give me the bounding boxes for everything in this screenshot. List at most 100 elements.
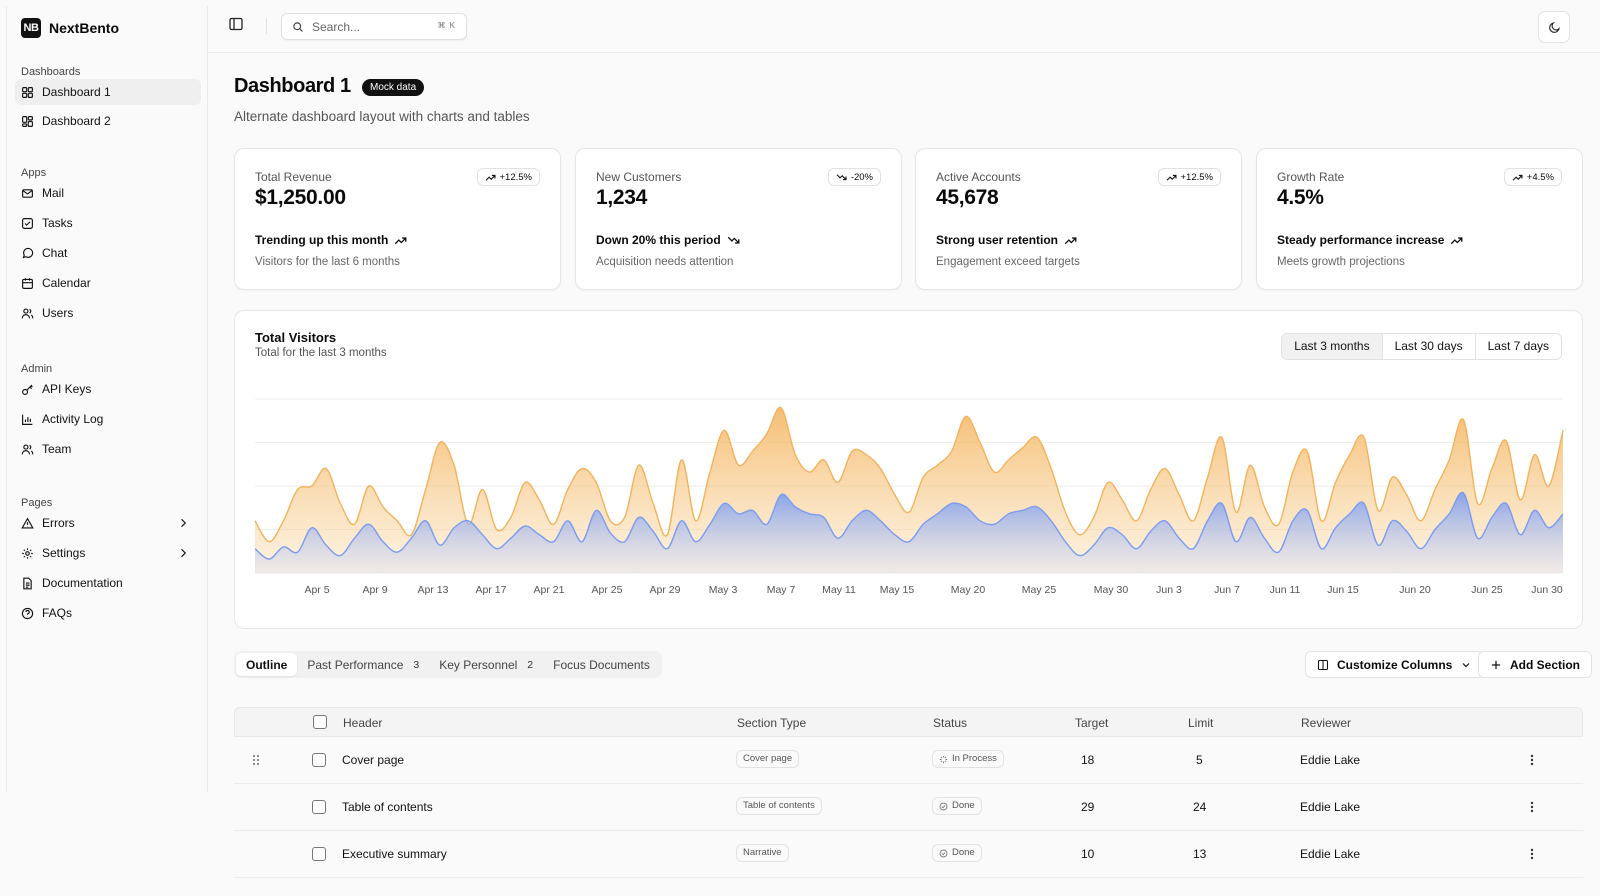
- sidebar-toggle-icon[interactable]: [228, 16, 244, 32]
- x-tick-label: May 20: [951, 584, 986, 596]
- kpi-change: +12.5%: [499, 171, 533, 183]
- tab-key-personnel[interactable]: Key Personnel 2: [429, 653, 543, 676]
- kpi-note: Acquisition needs attention: [596, 256, 734, 268]
- x-tick-label: Apr 21: [534, 584, 565, 596]
- x-tick-label: Apr 17: [476, 584, 507, 596]
- range-last-7-days[interactable]: Last 7 days: [1475, 334, 1561, 359]
- sidebar-item-calendar[interactable]: Calendar: [15, 270, 201, 296]
- sidebar-item-mail[interactable]: Mail: [15, 180, 201, 206]
- sidebar-item-api-keys[interactable]: API Keys: [15, 376, 201, 402]
- kpi-card-total-revenue: Total Revenue $1,250.00 +12.5% Trending …: [234, 148, 561, 290]
- chevron-right-icon: [181, 548, 187, 558]
- add-section-button[interactable]: Add Section: [1478, 651, 1593, 678]
- x-tick-label: Jun 15: [1327, 584, 1359, 596]
- sidebar-item-label: Tasks: [42, 216, 73, 230]
- tab-past-performance[interactable]: Past Performance 3: [297, 653, 429, 676]
- customize-columns-button[interactable]: Customize Columns: [1305, 651, 1485, 678]
- tab-outline[interactable]: Outline: [236, 653, 298, 676]
- sidebar-item-label: Calendar: [42, 276, 91, 290]
- chart-title: Total Visitors: [255, 330, 337, 345]
- row-checkbox[interactable]: [312, 847, 326, 861]
- sidebar-item-label: Dashboard 2: [42, 114, 111, 128]
- status-text: Done: [952, 847, 975, 858]
- search-icon: [293, 22, 303, 32]
- drag-handle-icon[interactable]: [251, 753, 261, 767]
- range-last-30-days[interactable]: Last 30 days: [1382, 334, 1476, 359]
- status-text: Done: [952, 800, 975, 811]
- target-value[interactable]: 18: [1081, 753, 1094, 767]
- sidebar-item-tasks[interactable]: Tasks: [15, 210, 201, 236]
- sidebar-item-dashboard-1[interactable]: Dashboard 1: [15, 79, 201, 105]
- sidebar-item-faqs[interactable]: FAQs: [15, 600, 201, 626]
- trending-up-icon: [1512, 174, 1523, 181]
- kpi-value: $1,250.00: [255, 186, 346, 209]
- sidebar-item-chat[interactable]: Chat: [15, 240, 201, 266]
- column-status: Status: [933, 716, 968, 730]
- row-header[interactable]: Executive summary: [342, 847, 447, 861]
- kpi-trend-text: Steady performance increase: [1277, 233, 1445, 247]
- section-type-badge: Cover page: [736, 750, 800, 768]
- brand-name: NextBento: [49, 20, 120, 36]
- x-tick-label: May 15: [880, 584, 915, 596]
- table-row[interactable]: Table of contents Table of contents Done…: [234, 784, 1583, 831]
- sidebar-item-documentation[interactable]: Documentation: [15, 570, 201, 596]
- row-checkbox[interactable]: [312, 753, 326, 767]
- trending-down-icon: [836, 173, 847, 180]
- kpi-trend: Trending up this month: [255, 233, 407, 247]
- sidebar-item-team[interactable]: Team: [15, 436, 201, 462]
- sidebar: NB NextBento Dashboards Dashboard 1 Dash…: [6, 6, 208, 792]
- search-box[interactable]: ⌘ K: [281, 13, 467, 40]
- sidebar-item-label: API Keys: [42, 382, 92, 396]
- search-input[interactable]: [312, 19, 422, 35]
- x-tick-label: Jun 11: [1270, 584, 1301, 596]
- sidebar-group-admin: Admin: [21, 363, 53, 375]
- section-tabs: Outline Past Performance 3 Key Personnel 2…: [234, 651, 662, 678]
- users-icon: [21, 307, 34, 318]
- layout-grid-icon: [22, 86, 33, 98]
- row-checkbox[interactable]: [312, 800, 326, 814]
- column-reviewer: Reviewer: [1301, 716, 1352, 730]
- more-vertical-icon[interactable]: [1526, 847, 1538, 861]
- plus-icon: [1491, 660, 1501, 669]
- limit-value[interactable]: 24: [1193, 800, 1206, 814]
- sidebar-item-activity-log[interactable]: Activity Log: [15, 406, 201, 432]
- sidebar-item-settings[interactable]: Settings: [15, 540, 201, 566]
- tab-label: Focus Documents: [553, 657, 650, 672]
- more-vertical-icon[interactable]: [1526, 800, 1538, 814]
- limit-value[interactable]: 13: [1193, 847, 1206, 861]
- sidebar-item-dashboard-2[interactable]: Dashboard 2: [15, 108, 201, 134]
- row-header[interactable]: Cover page: [342, 753, 404, 767]
- topbar-divider: [266, 18, 267, 34]
- table-row[interactable]: Executive summary Narrative Done 10 13 E…: [234, 831, 1583, 878]
- sidebar-item-users[interactable]: Users: [15, 300, 201, 326]
- message-circle-icon: [22, 247, 34, 258]
- row-header[interactable]: Table of contents: [342, 800, 433, 814]
- columns-icon: [1317, 659, 1329, 670]
- more-vertical-icon[interactable]: [1526, 753, 1538, 767]
- theme-toggle-button[interactable]: [1538, 11, 1570, 43]
- x-tick-label: Apr 9: [362, 584, 387, 596]
- limit-value[interactable]: 5: [1196, 753, 1203, 767]
- kpi-change-badge: -20%: [827, 168, 881, 186]
- brand[interactable]: NB NextBento: [21, 18, 119, 38]
- kpi-change-badge: +12.5%: [476, 168, 540, 186]
- kpi-trend: Down 20% this period: [596, 233, 740, 247]
- tab-focus-documents[interactable]: Focus Documents: [543, 653, 660, 676]
- target-value[interactable]: 29: [1081, 800, 1094, 814]
- sidebar-item-errors[interactable]: Errors: [15, 510, 201, 536]
- x-tick-label: Apr 5: [304, 584, 329, 596]
- kpi-trend-text: Trending up this month: [255, 233, 389, 247]
- table-row[interactable]: Cover page Cover page In Process 18 5 Ed…: [234, 737, 1583, 784]
- target-value[interactable]: 10: [1081, 847, 1094, 861]
- range-last-3-months[interactable]: Last 3 months: [1282, 334, 1383, 359]
- brand-logo: NB: [21, 18, 41, 38]
- sidebar-item-label: Mail: [42, 186, 65, 200]
- help-circle-icon: [21, 607, 34, 619]
- mock-data-badge: Mock data: [362, 79, 425, 96]
- x-tick-label: May 25: [1022, 584, 1057, 596]
- tab-count: 2: [527, 658, 534, 671]
- select-all-checkbox[interactable]: [313, 715, 327, 729]
- x-tick-label: Jun 25: [1471, 584, 1503, 596]
- moon-icon: [1549, 21, 1561, 33]
- reviewer-name: Eddie Lake: [1300, 800, 1361, 814]
